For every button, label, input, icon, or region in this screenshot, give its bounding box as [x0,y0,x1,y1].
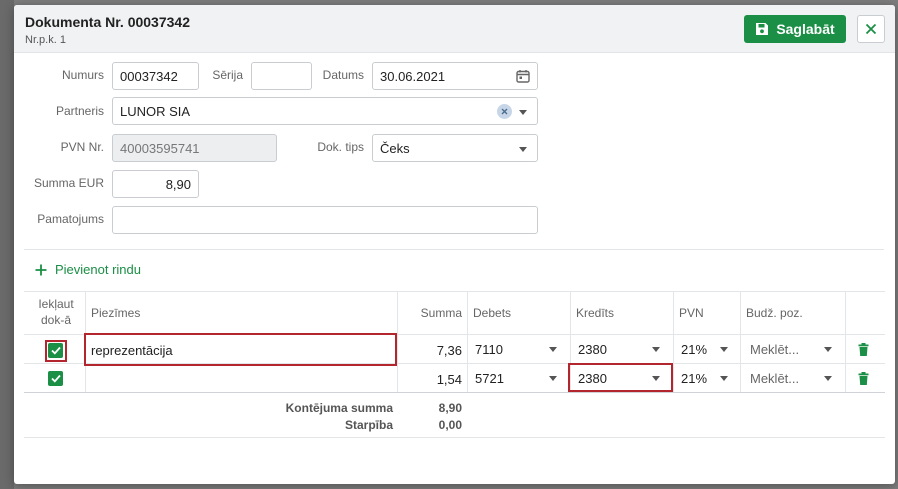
col-header-amount: Summa [420,306,462,320]
check-icon [50,374,61,383]
pvn-nr-label: PVN Nr. [60,140,104,154]
difference-label: Starpība [344,418,393,432]
credit-value: 2380 [578,341,607,357]
notes-value: reprezentācija [91,343,173,358]
col-header-budget: Budž. poz. [746,306,803,320]
summa-field[interactable]: 8,90 [112,170,199,198]
serija-field[interactable] [251,62,312,90]
debit-value: 7110 [475,341,503,357]
vat-value: 21% [681,370,708,386]
col-header-vat: PVN [679,306,704,320]
chevron-down-icon [720,376,728,381]
calendar-icon[interactable] [516,69,530,83]
clear-icon[interactable] [497,104,512,119]
dialog-subtitle: Nr.p.k. 1 [25,34,66,46]
table-top-border [24,291,885,292]
debit-value: 5721 [475,370,504,386]
plus-icon [35,264,47,275]
chevron-down-icon [652,376,660,381]
partneris-value: LUNOR SIA [120,103,191,119]
col-divider [673,291,674,392]
partneris-label: Partneris [55,104,104,118]
total-value: 8,90 [438,401,462,415]
chevron-down-icon [549,376,557,381]
budget-select[interactable]: Meklēt... [750,337,840,361]
close-button[interactable] [857,15,885,43]
include-checkbox[interactable] [48,371,63,386]
save-button-label: Saglabāt [776,21,835,37]
chevron-down-icon [824,347,832,352]
difference-value: 0,00 [438,418,462,432]
col-header-include: Iekļaut dok-ā [36,297,76,327]
table-body-border [24,392,885,393]
amount-value: 7,36 [436,343,462,358]
debit-select[interactable]: 7110 [475,337,565,361]
col-divider [467,291,468,392]
chevron-down-icon [519,110,527,115]
credit-value: 2380 [578,371,607,386]
vat-value: 21% [681,341,708,357]
chevron-down-icon [519,147,527,152]
col-header-notes: Piezīmes [91,306,141,320]
save-icon [756,23,769,35]
numurs-label: Numurs [61,68,104,82]
close-icon [865,23,877,35]
notes-input[interactable]: reprezentācija [84,333,397,366]
pvn-nr-field: 40003595741 [112,134,277,162]
chevron-down-icon [549,347,557,352]
budget-value: Meklēt... [750,341,800,357]
trash-icon[interactable] [858,343,869,356]
col-header-include-line1: Iekļaut [38,297,74,311]
pamatojums-field[interactable] [112,206,538,234]
summa-label: Summa EUR [33,176,104,190]
budget-select[interactable]: Meklēt... [750,366,840,390]
vat-select[interactable]: 21% [681,366,736,390]
table-footer-border [24,437,885,438]
add-row-label: Pievienot rindu [55,262,141,277]
col-header-credit: Kredīts [576,306,615,320]
include-checkbox[interactable] [48,343,63,358]
credit-select[interactable]: 2380 [578,337,668,361]
col-divider [740,291,741,392]
section-divider [24,249,884,250]
save-button[interactable]: Saglabāt [744,15,846,43]
debit-select[interactable]: 5721 [475,366,565,390]
col-header-debit: Debets [473,306,512,320]
amount-value: 1,54 [436,372,462,387]
chevron-down-icon [720,347,728,352]
dok-tips-value: Čeks [380,140,410,156]
trash-icon[interactable] [858,372,869,385]
budget-value: Meklēt... [750,370,800,386]
page-backdrop [0,0,14,489]
total-label: Kontējuma summa [285,401,393,415]
col-divider [397,291,398,392]
dok-tips-select[interactable]: Čeks [372,134,538,162]
check-icon [50,346,61,355]
vat-select[interactable]: 21% [681,337,736,361]
chevron-down-icon [652,347,660,352]
add-row-button[interactable]: Pievienot rindu [35,262,141,277]
dok-tips-label: Dok. tips [317,140,364,154]
datums-field[interactable]: 30.06.2021 [372,62,538,90]
dialog-header: Dokumenta Nr. 00037342 Nr.p.k. 1 Saglabā… [14,5,895,53]
serija-label: Sērija [212,68,243,82]
partneris-select[interactable]: LUNOR SIA [112,97,538,125]
pamatojums-label: Pamatojums [37,212,104,226]
document-dialog: Dokumenta Nr. 00037342 Nr.p.k. 1 Saglabā… [14,5,895,484]
dialog-title: Dokumenta Nr. 00037342 [25,14,190,30]
col-header-include-line2: dok-ā [40,313,72,327]
chevron-down-icon [824,376,832,381]
credit-select[interactable]: 2380 [568,363,673,392]
datums-label: Datums [322,68,364,82]
numurs-field[interactable]: 00037342 [112,62,199,90]
col-divider [845,291,846,392]
datums-value: 30.06.2021 [380,68,446,84]
